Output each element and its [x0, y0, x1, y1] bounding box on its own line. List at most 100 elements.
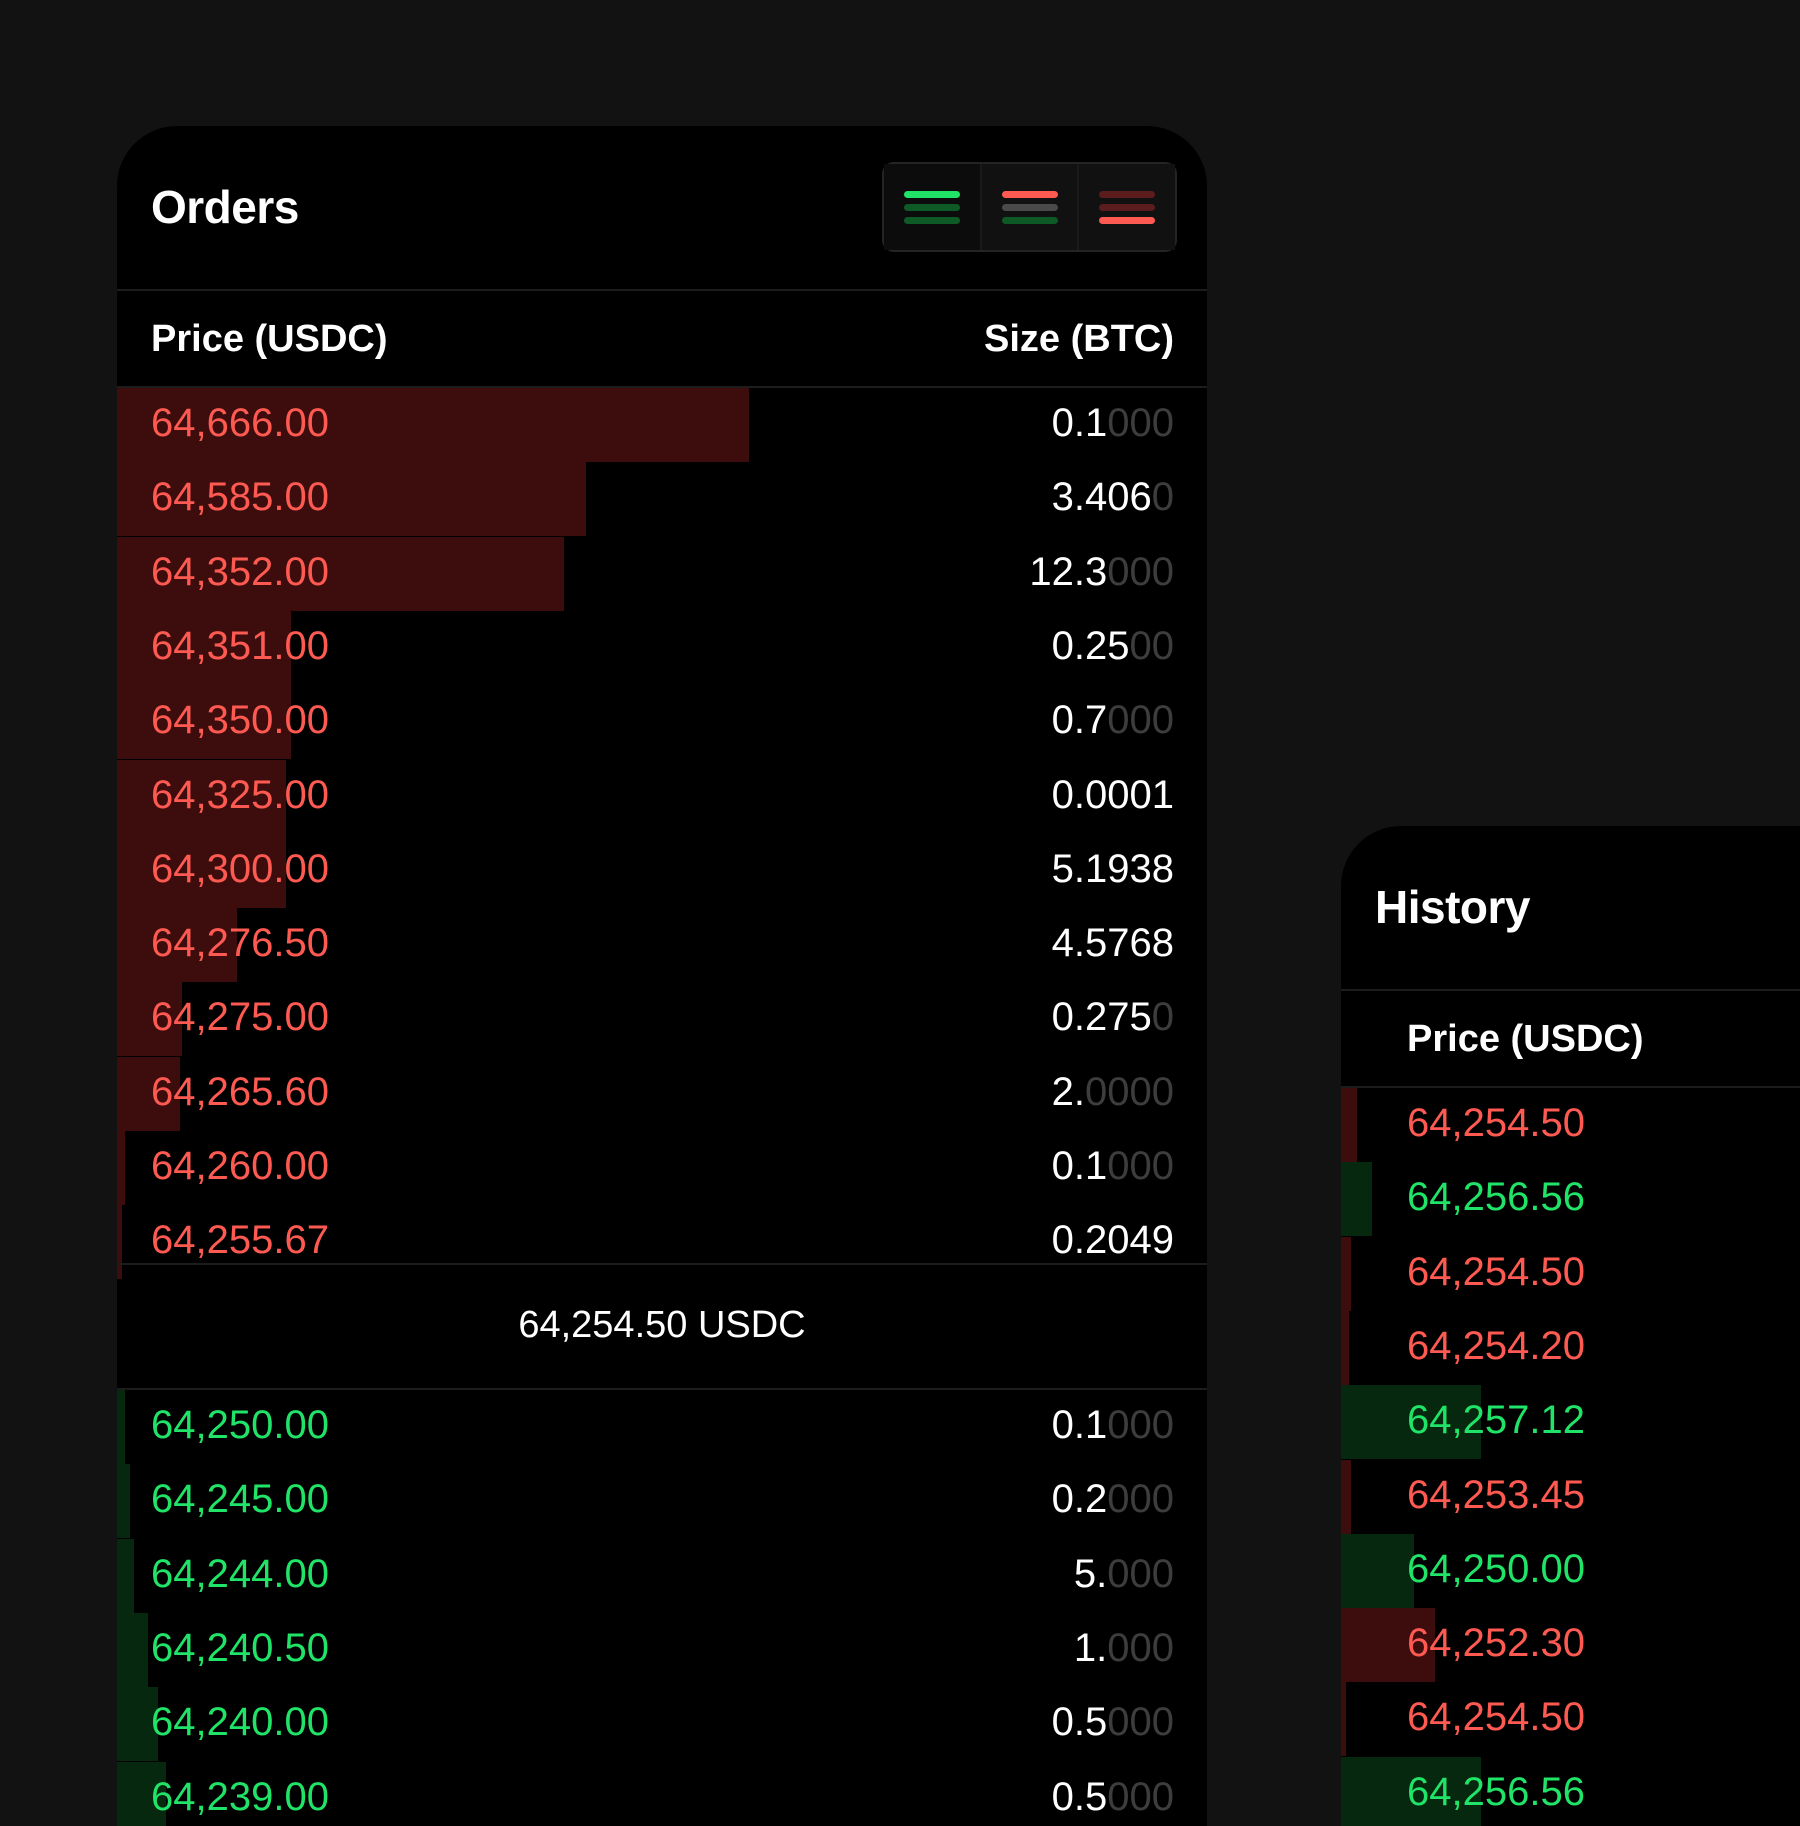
bid-order-row[interactable]: 64,244.005.000: [117, 1539, 1207, 1613]
trade-price: 64,256.56: [1407, 1770, 1585, 1815]
trade-price: 64,254.50: [1407, 1250, 1585, 1295]
order-price: 64,240.00: [151, 1700, 329, 1745]
trade-depth-bar: [1341, 1460, 1351, 1534]
trade-price: 64,254.50: [1407, 1101, 1585, 1146]
bid-order-row[interactable]: 64,250.000.1000: [117, 1390, 1207, 1464]
order-size-significant: 0.5: [1052, 1700, 1108, 1744]
order-price: 64,275.00: [151, 995, 329, 1040]
icon-line: [1099, 217, 1155, 224]
order-size-significant: 0.2: [1052, 1477, 1108, 1521]
order-size-significant: 4.5768: [1052, 921, 1174, 965]
history-panel: History Price (USDC) 64,254.50 64,256.56 6…: [1341, 826, 1800, 1826]
order-price: 64,239.00: [151, 1775, 329, 1820]
history-trade-row[interactable]: 64,253.45: [1341, 1460, 1800, 1534]
order-size: 0.2500: [1052, 624, 1174, 669]
order-price: 64,585.00: [151, 475, 329, 520]
history-trade-row[interactable]: 64,254.50: [1341, 1682, 1800, 1756]
bid-order-row[interactable]: 64,239.000.5000: [117, 1762, 1207, 1826]
order-size-significant: 0.25: [1052, 624, 1130, 668]
order-size: 3.4060: [1052, 475, 1174, 520]
trade-depth-bar: [1341, 1088, 1357, 1162]
order-size-trailing-zeros: 000: [1107, 1626, 1174, 1670]
history-trade-row[interactable]: 64,256.56: [1341, 1757, 1800, 1826]
trade-price: 64,252.30: [1407, 1621, 1585, 1666]
order-size: 12.3000: [1029, 550, 1174, 595]
history-price-column-header: Price (USDC): [1407, 1018, 1644, 1061]
ask-order-row[interactable]: 64,260.00 0.1000: [117, 1131, 1207, 1205]
ask-order-row[interactable]: 64,265.60 2.0000: [117, 1057, 1207, 1131]
order-size: 5.000: [1074, 1552, 1174, 1597]
trade-price: 64,256.56: [1407, 1175, 1585, 1220]
order-price: 64,265.60: [151, 1070, 329, 1115]
history-trade-row[interactable]: 64,250.00: [1341, 1534, 1800, 1608]
asks-view-icon: [1099, 191, 1155, 198]
order-price: 64,350.00: [151, 698, 329, 743]
order-size-trailing-zeros: 000: [1107, 1477, 1174, 1521]
bid-order-row[interactable]: 64,240.000.5000: [117, 1687, 1207, 1761]
bid-order-row[interactable]: 64,245.00 0.2000: [117, 1464, 1207, 1538]
trade-depth-bar: [1341, 1162, 1372, 1236]
ask-order-row[interactable]: 64,351.000.2500: [117, 611, 1207, 685]
trade-price: 64,253.45: [1407, 1473, 1585, 1518]
order-size: 2.0000: [1052, 1070, 1174, 1115]
order-size-significant: 0.0001: [1052, 773, 1174, 817]
ask-order-row[interactable]: 64,352.0012.3000: [117, 537, 1207, 611]
icon-line: [1002, 217, 1058, 224]
ask-order-row[interactable]: 64,255.670.2049: [117, 1205, 1207, 1279]
ask-order-row[interactable]: 64,300.005.1938: [117, 834, 1207, 908]
asks-view-button[interactable]: [1077, 164, 1175, 250]
order-size: 4.5768: [1052, 921, 1174, 966]
order-size-significant: 0.1: [1052, 1144, 1108, 1188]
order-price: 64,260.00: [151, 1144, 329, 1189]
icon-line: [904, 217, 960, 224]
order-size-trailing-zeros: 00: [1130, 624, 1175, 668]
divider: [117, 1263, 1207, 1265]
order-size-trailing-zeros: 0: [1152, 995, 1174, 1039]
divider: [117, 289, 1207, 291]
ask-order-row[interactable]: 64,585.00 3.4060: [117, 462, 1207, 536]
order-size-significant: 2.: [1052, 1070, 1085, 1114]
history-trade-row[interactable]: 64,254.50: [1341, 1088, 1800, 1162]
trade-price: 64,254.20: [1407, 1324, 1585, 1369]
order-size-significant: 0.1: [1052, 401, 1108, 445]
icon-line: [1099, 204, 1155, 211]
depth-bar: [117, 1539, 134, 1613]
history-trade-row[interactable]: 64,257.12: [1341, 1385, 1800, 1459]
history-trade-row[interactable]: 64,252.30: [1341, 1608, 1800, 1682]
order-size: 0.7000: [1052, 698, 1174, 743]
order-size: 0.0001: [1052, 773, 1174, 818]
order-price: 64,276.50: [151, 921, 329, 966]
mid-price: 64,254.50 USDC: [117, 1304, 1207, 1347]
ask-order-row[interactable]: 64,325.000.0001: [117, 760, 1207, 834]
ask-order-row[interactable]: 64,350.00 0.7000: [117, 685, 1207, 759]
order-size-trailing-zeros: 0000: [1085, 1070, 1174, 1114]
ask-order-row[interactable]: 64,276.50 4.5768: [117, 908, 1207, 982]
trade-depth-bar: [1341, 1311, 1349, 1385]
history-trade-row[interactable]: 64,254.50: [1341, 1237, 1800, 1311]
depth-bar: [117, 1205, 122, 1279]
ask-order-row[interactable]: 64,666.000.1000: [117, 388, 1207, 462]
order-size: 0.1000: [1052, 1144, 1174, 1189]
order-size-significant: 5.: [1074, 1552, 1107, 1596]
divider: [1341, 989, 1800, 991]
order-price: 64,245.00: [151, 1477, 329, 1522]
both-sides-view-icon: [904, 191, 960, 198]
orderbook-view-switch: [882, 162, 1177, 252]
ask-order-row[interactable]: 64,275.00 0.2750: [117, 982, 1207, 1056]
history-trade-row[interactable]: 64,254.20: [1341, 1311, 1800, 1385]
order-price: 64,240.50: [151, 1626, 329, 1671]
both-sides-view-button[interactable]: [884, 164, 980, 250]
bid-order-row[interactable]: 64,240.501.000: [117, 1613, 1207, 1687]
history-title: History: [1375, 880, 1530, 934]
order-size-significant: 0.5: [1052, 1775, 1108, 1819]
order-size-significant: 12.3: [1029, 550, 1107, 594]
trade-depth-bar: [1341, 1237, 1351, 1311]
order-size: 0.2750: [1052, 995, 1174, 1040]
order-size-significant: 0.1: [1052, 1403, 1108, 1447]
order-price: 64,666.00: [151, 401, 329, 446]
asks-bids-view-button[interactable]: [980, 164, 1078, 250]
asks-bids-view-icon: [1002, 191, 1058, 198]
order-size: 0.1000: [1052, 1403, 1174, 1448]
history-trade-row[interactable]: 64,256.56: [1341, 1162, 1800, 1236]
size-column-header: Size (BTC): [984, 318, 1174, 361]
